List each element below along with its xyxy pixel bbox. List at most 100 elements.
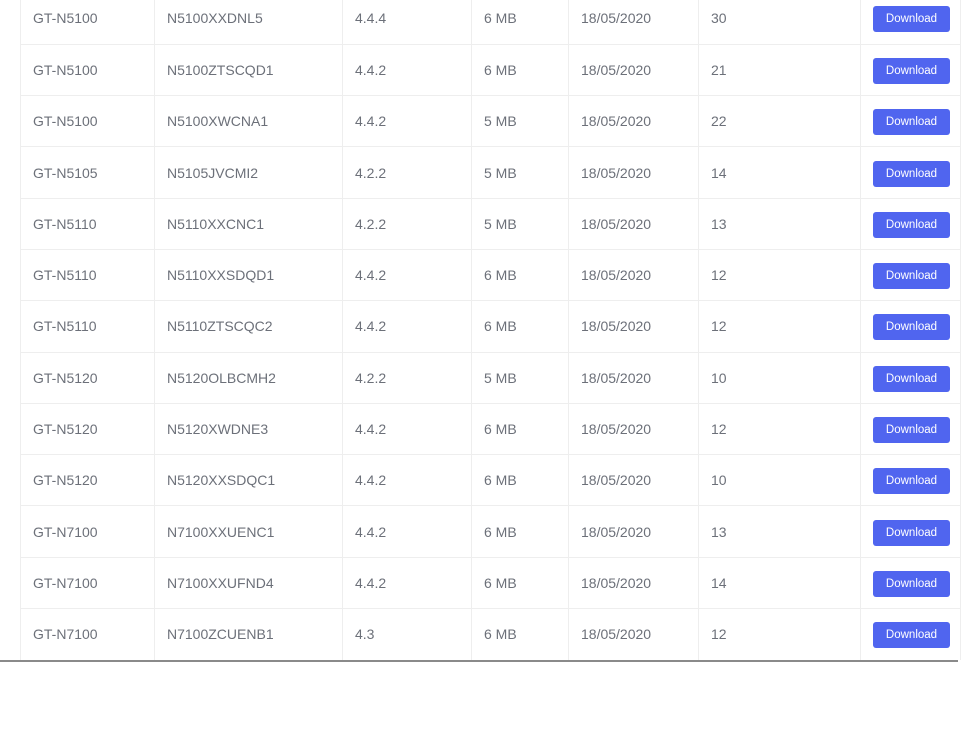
firmware-version-cell: N5100ZTSCQD1 (154, 43, 343, 96)
android-version-cell: 4.4.2 (342, 43, 472, 96)
android-version-cell: 4.4.2 (342, 95, 472, 147)
download-button[interactable]: Download (873, 211, 950, 238)
download-button[interactable]: Download (873, 365, 950, 392)
download-count-cell: 13 (698, 505, 861, 558)
table-row: GT-N5105 N5105JVCMI2 4.2.2 5 MB 18/05/20… (20, 146, 961, 199)
firmware-version-cell: N5120OLBCMH2 (154, 351, 343, 404)
download-button[interactable]: Download (873, 263, 950, 290)
file-size-cell: 6 MB (471, 402, 569, 455)
model-cell: GT-N5100 (20, 0, 155, 45)
action-cell: Download (860, 556, 961, 609)
release-date-cell: 18/05/2020 (568, 351, 699, 404)
table-row: GT-N7100 N7100XXUENC1 4.4.2 6 MB 18/05/2… (20, 505, 961, 558)
release-date-cell: 18/05/2020 (568, 505, 699, 558)
release-date-cell: 18/05/2020 (568, 197, 699, 250)
action-cell: Download (860, 608, 961, 660)
file-size-cell: 5 MB (471, 95, 569, 147)
release-date-cell: 18/05/2020 (568, 402, 699, 455)
android-version-cell: 4.4.4 (342, 0, 472, 45)
download-count-cell: 12 (698, 608, 861, 660)
table-row: GT-N5110 N5110XXSDQD1 4.4.2 6 MB 18/05/2… (20, 248, 961, 301)
model-cell: GT-N7100 (20, 505, 155, 558)
firmware-version-cell: N7100XXUENC1 (154, 505, 343, 558)
download-button[interactable]: Download (873, 468, 950, 495)
download-button[interactable]: Download (873, 57, 950, 84)
download-count-cell: 10 (698, 351, 861, 404)
file-size-cell: 6 MB (471, 608, 569, 660)
action-cell: Download (860, 300, 961, 353)
firmware-version-cell: N5105JVCMI2 (154, 146, 343, 199)
firmware-version-cell: N7100ZCUENB1 (154, 608, 343, 660)
file-size-cell: 5 MB (471, 197, 569, 250)
download-count-cell: 30 (698, 0, 861, 45)
firmware-version-cell: N5110ZTSCQC2 (154, 300, 343, 353)
android-version-cell: 4.4.2 (342, 248, 472, 301)
file-size-cell: 6 MB (471, 300, 569, 353)
download-button[interactable]: Download (873, 6, 950, 33)
model-cell: GT-N5100 (20, 43, 155, 96)
table-row: GT-N7100 N7100XXUFND4 4.4.2 6 MB 18/05/2… (20, 556, 961, 609)
download-count-cell: 12 (698, 402, 861, 455)
android-version-cell: 4.4.2 (342, 402, 472, 455)
firmware-version-cell: N5110XXSDQD1 (154, 248, 343, 301)
table-row: GT-N5100 N5100XXDNL5 4.4.4 6 MB 18/05/20… (20, 0, 961, 45)
model-cell: GT-N5120 (20, 454, 155, 506)
action-cell: Download (860, 197, 961, 250)
file-size-cell: 6 MB (471, 505, 569, 558)
download-button[interactable]: Download (873, 622, 950, 649)
firmware-version-cell: N5100XXDNL5 (154, 0, 343, 45)
model-cell: GT-N5120 (20, 351, 155, 404)
download-button[interactable]: Download (873, 417, 950, 444)
file-size-cell: 6 MB (471, 0, 569, 45)
action-cell: Download (860, 454, 961, 506)
file-size-cell: 5 MB (471, 351, 569, 404)
model-cell: GT-N5110 (20, 197, 155, 250)
download-count-cell: 10 (698, 454, 861, 506)
firmware-version-cell: N5120XWDNE3 (154, 402, 343, 455)
file-size-cell: 6 MB (471, 43, 569, 96)
release-date-cell: 18/05/2020 (568, 146, 699, 199)
table-row: GT-N5100 N5100XWCNA1 4.4.2 5 MB 18/05/20… (20, 95, 961, 147)
action-cell: Download (860, 43, 961, 96)
firmware-version-cell: N5110XXCNC1 (154, 197, 343, 250)
android-version-cell: 4.4.2 (342, 556, 472, 609)
download-count-cell: 22 (698, 95, 861, 147)
firmware-version-cell: N5100XWCNA1 (154, 95, 343, 147)
firmware-table: GT-N5100 N5100XXDNL5 4.4.4 6 MB 18/05/20… (20, 0, 961, 660)
model-cell: GT-N5110 (20, 300, 155, 353)
model-cell: GT-N5105 (20, 146, 155, 199)
release-date-cell: 18/05/2020 (568, 95, 699, 147)
android-version-cell: 4.2.2 (342, 351, 472, 404)
table-row: GT-N5120 N5120OLBCMH2 4.2.2 5 MB 18/05/2… (20, 351, 961, 404)
release-date-cell: 18/05/2020 (568, 43, 699, 96)
action-cell: Download (860, 95, 961, 147)
android-version-cell: 4.2.2 (342, 197, 472, 250)
action-cell: Download (860, 146, 961, 199)
model-cell: GT-N7100 (20, 556, 155, 609)
firmware-version-cell: N5120XXSDQC1 (154, 454, 343, 506)
release-date-cell: 18/05/2020 (568, 454, 699, 506)
table-row: GT-N5110 N5110XXCNC1 4.2.2 5 MB 18/05/20… (20, 197, 961, 250)
download-button[interactable]: Download (873, 160, 950, 187)
download-count-cell: 13 (698, 197, 861, 250)
android-version-cell: 4.2.2 (342, 146, 472, 199)
download-count-cell: 14 (698, 146, 861, 199)
model-cell: GT-N5120 (20, 402, 155, 455)
release-date-cell: 18/05/2020 (568, 248, 699, 301)
android-version-cell: 4.4.2 (342, 300, 472, 353)
model-cell: GT-N5100 (20, 95, 155, 147)
model-cell: GT-N7100 (20, 608, 155, 660)
action-cell: Download (860, 402, 961, 455)
file-size-cell: 6 MB (471, 248, 569, 301)
table-row: GT-N5110 N5110ZTSCQC2 4.4.2 6 MB 18/05/2… (20, 300, 961, 353)
firmware-version-cell: N7100XXUFND4 (154, 556, 343, 609)
android-version-cell: 4.3 (342, 608, 472, 660)
download-button[interactable]: Download (873, 314, 950, 341)
model-cell: GT-N5110 (20, 248, 155, 301)
page-viewport: GT-N5100 N5100XXDNL5 4.4.4 6 MB 18/05/20… (0, 0, 964, 734)
download-button[interactable]: Download (873, 109, 950, 136)
download-button[interactable]: Download (873, 519, 950, 546)
download-button[interactable]: Download (873, 570, 950, 597)
download-count-cell: 12 (698, 248, 861, 301)
file-size-cell: 6 MB (471, 454, 569, 506)
